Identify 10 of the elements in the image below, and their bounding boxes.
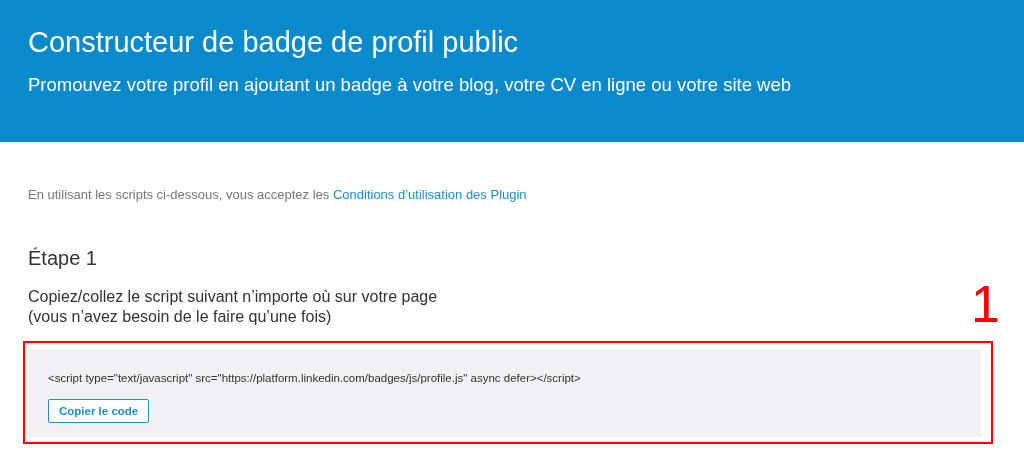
plugin-terms-link[interactable]: Conditions d’utilisation des Plugin	[332, 187, 527, 202]
copy-code-button[interactable]: Copier le code	[48, 399, 150, 423]
annotation-number: 1	[971, 281, 1000, 327]
page-subtitle: Promouvez votre profil en ajoutant un badge à votre blog, votre CV en ligne ou votre site web	[28, 73, 793, 97]
instruction-text: (vous n’avez besoin de le faire qu’une fois)	[28, 307, 333, 327]
instruction-text: Copiez/collez le script suivant n’importe où sur votre page	[28, 287, 438, 307]
page-title: Constructeur de badge de profil public	[28, 25, 520, 60]
step-title: Étape 1	[28, 246, 98, 271]
script-code: <script type="text/javascript" src="https://platform.linkedin.com/badges/js/profile.js" async defer></script>	[48, 371, 582, 385]
terms-notice: En utilisant les scripts ci-dessous, vous acceptez les Conditions d’utilisation des Plugin	[28, 186, 528, 204]
